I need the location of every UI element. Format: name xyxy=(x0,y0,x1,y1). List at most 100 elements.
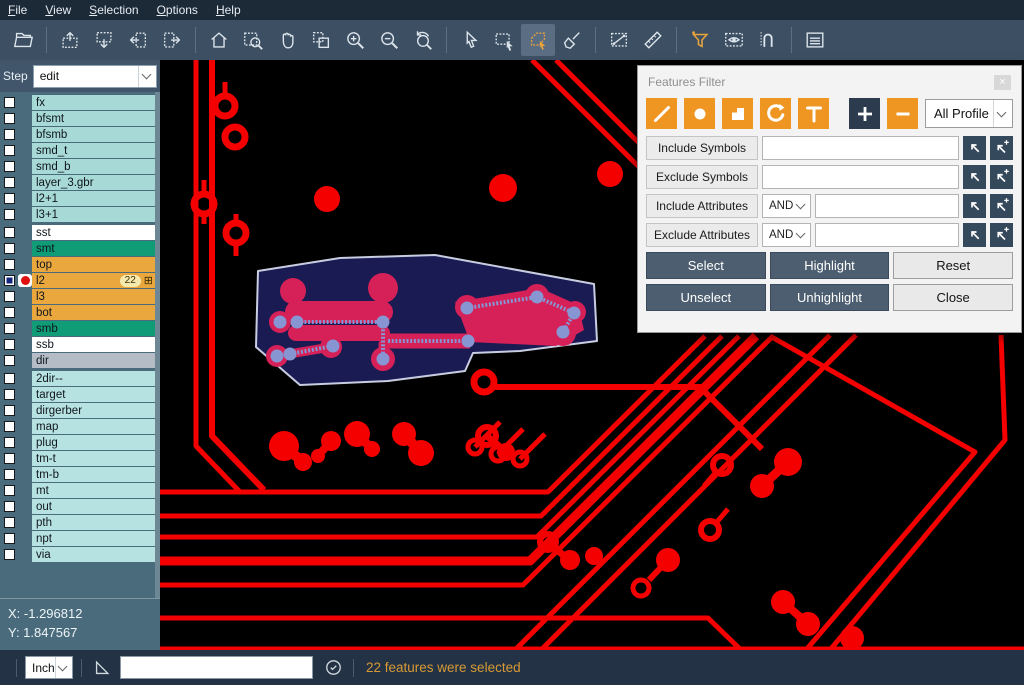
step-select[interactable]: edit xyxy=(33,65,157,88)
layer-checkbox[interactable] xyxy=(4,533,15,544)
layer-checkbox[interactable] xyxy=(4,113,15,124)
layer-checkbox[interactable] xyxy=(4,129,15,140)
layer-row-l3+1[interactable]: l3+1 xyxy=(0,207,160,222)
menu-help[interactable]: Help xyxy=(216,3,241,17)
layer-checkbox[interactable] xyxy=(4,259,15,270)
layer-checkbox[interactable] xyxy=(4,355,15,366)
layer-checkbox[interactable] xyxy=(4,145,15,156)
menu-options[interactable]: Options xyxy=(157,3,198,17)
history-check-button[interactable] xyxy=(321,656,345,680)
layer-label[interactable]: l3+1 xyxy=(32,207,155,222)
layer-checkbox[interactable] xyxy=(4,209,15,220)
layer-checkbox[interactable] xyxy=(4,405,15,416)
layer-label[interactable]: target xyxy=(32,387,155,402)
layer-row-smd_b[interactable]: smd_b xyxy=(0,159,160,174)
layer-row-fx[interactable]: fx xyxy=(0,95,160,110)
highlight-button[interactable]: Highlight xyxy=(770,252,890,279)
pad-tool-button[interactable] xyxy=(684,98,715,129)
layer-label[interactable]: l222⊞ xyxy=(32,273,155,288)
add-filter-button[interactable] xyxy=(849,98,880,129)
layer-label[interactable]: pth xyxy=(32,515,155,530)
pick-attribute-button[interactable] xyxy=(963,194,986,218)
exclude-symbols-input[interactable] xyxy=(762,165,959,189)
layer-checkbox[interactable] xyxy=(4,323,15,334)
layer-row-l2+1[interactable]: l2+1 xyxy=(0,191,160,206)
pick-add-attribute-button[interactable] xyxy=(990,194,1013,218)
pan-left-button[interactable] xyxy=(121,24,155,56)
include-symbols-button[interactable]: Include Symbols xyxy=(646,136,758,160)
layer-label[interactable]: top xyxy=(32,257,155,272)
remove-filter-button[interactable] xyxy=(887,98,918,129)
clean-brush-button[interactable] xyxy=(555,24,589,56)
features-filter-funnel-button[interactable] xyxy=(683,24,717,56)
layer-label[interactable]: map xyxy=(32,419,155,434)
zoom-area-button[interactable] xyxy=(236,24,270,56)
layer-checkbox[interactable] xyxy=(4,389,15,400)
pick-symbol-button[interactable] xyxy=(963,165,986,189)
layer-label[interactable]: 2dir-- xyxy=(32,371,155,386)
layer-label[interactable]: tm-t xyxy=(32,451,155,466)
layer-row-out[interactable]: out xyxy=(0,499,160,514)
layer-row-plug[interactable]: plug xyxy=(0,435,160,450)
layer-label[interactable]: smb xyxy=(32,321,155,336)
include-attributes-and-select[interactable]: AND xyxy=(762,194,811,218)
layer-label[interactable]: mt xyxy=(32,483,155,498)
open-folder-button[interactable] xyxy=(6,24,40,56)
layer-row-smb[interactable]: smb xyxy=(0,321,160,336)
select-cursor-button[interactable] xyxy=(453,24,487,56)
layer-checkbox[interactable] xyxy=(4,291,15,302)
grid-icon[interactable]: ⊞ xyxy=(144,275,153,287)
layer-checkbox[interactable] xyxy=(4,469,15,480)
pan-right-button[interactable] xyxy=(155,24,189,56)
layer-row-l3[interactable]: l3 xyxy=(0,289,160,304)
layer-row-dirgerber[interactable]: dirgerber xyxy=(0,403,160,418)
close-icon[interactable]: × xyxy=(994,75,1011,90)
layer-row-layer_3.gbr[interactable]: layer_3.gbr xyxy=(0,175,160,190)
layer-checkbox[interactable] xyxy=(4,437,15,448)
pick-add-symbol-button[interactable] xyxy=(990,165,1013,189)
layer-row-via[interactable]: via xyxy=(0,547,160,562)
arc-tool-button[interactable] xyxy=(760,98,791,129)
measure-points-button[interactable] xyxy=(602,24,636,56)
menu-selection[interactable]: Selection xyxy=(89,3,138,17)
layer-row-pth[interactable]: pth xyxy=(0,515,160,530)
layer-label[interactable]: layer_3.gbr xyxy=(32,175,155,190)
layer-label[interactable]: dirgerber xyxy=(32,403,155,418)
polygon-select-button[interactable] xyxy=(521,24,555,56)
layer-row-smt[interactable]: smt xyxy=(0,241,160,256)
layer-checkbox[interactable] xyxy=(4,517,15,528)
exclude-attributes-button[interactable]: Exclude Attributes xyxy=(646,223,758,247)
include-attributes-button[interactable]: Include Attributes xyxy=(646,194,758,218)
layer-label[interactable]: out xyxy=(32,499,155,514)
zoom-reset-button[interactable] xyxy=(406,24,440,56)
layer-checkbox[interactable] xyxy=(4,549,15,560)
move-shape-button[interactable] xyxy=(304,24,338,56)
pick-symbol-button[interactable] xyxy=(963,136,986,160)
layer-row-target[interactable]: target xyxy=(0,387,160,402)
layer-checkbox[interactable] xyxy=(4,307,15,318)
layer-checkbox[interactable] xyxy=(4,453,15,464)
menu-view[interactable]: View xyxy=(45,3,71,17)
include-attributes-input[interactable] xyxy=(815,194,959,218)
layer-label[interactable]: sst xyxy=(32,225,155,240)
exclude-attributes-input[interactable] xyxy=(815,223,959,247)
layer-label[interactable]: bfsmb xyxy=(32,127,155,142)
pick-add-attribute-button[interactable] xyxy=(990,223,1013,247)
layer-label[interactable]: dir xyxy=(32,353,155,368)
ruler-button[interactable] xyxy=(636,24,670,56)
layer-row-map[interactable]: map xyxy=(0,419,160,434)
layer-checkbox[interactable] xyxy=(4,243,15,254)
line-tool-button[interactable] xyxy=(646,98,677,129)
layer-row-bot[interactable]: bot xyxy=(0,305,160,320)
menu-file[interactable]: File xyxy=(8,3,27,17)
layer-label[interactable]: plug xyxy=(32,435,155,450)
layer-checkbox[interactable] xyxy=(4,177,15,188)
layer-label[interactable]: bfsmt xyxy=(32,111,155,126)
layer-row-smd_t[interactable]: smd_t xyxy=(0,143,160,158)
text-tool-button[interactable] xyxy=(798,98,829,129)
layer-row-tm-b[interactable]: tm-b xyxy=(0,467,160,482)
layer-checkbox[interactable] xyxy=(4,501,15,512)
dialog-titlebar[interactable]: Features Filter × xyxy=(638,66,1021,94)
layer-row-tm-t[interactable]: tm-t xyxy=(0,451,160,466)
pick-add-symbol-button[interactable] xyxy=(990,136,1013,160)
